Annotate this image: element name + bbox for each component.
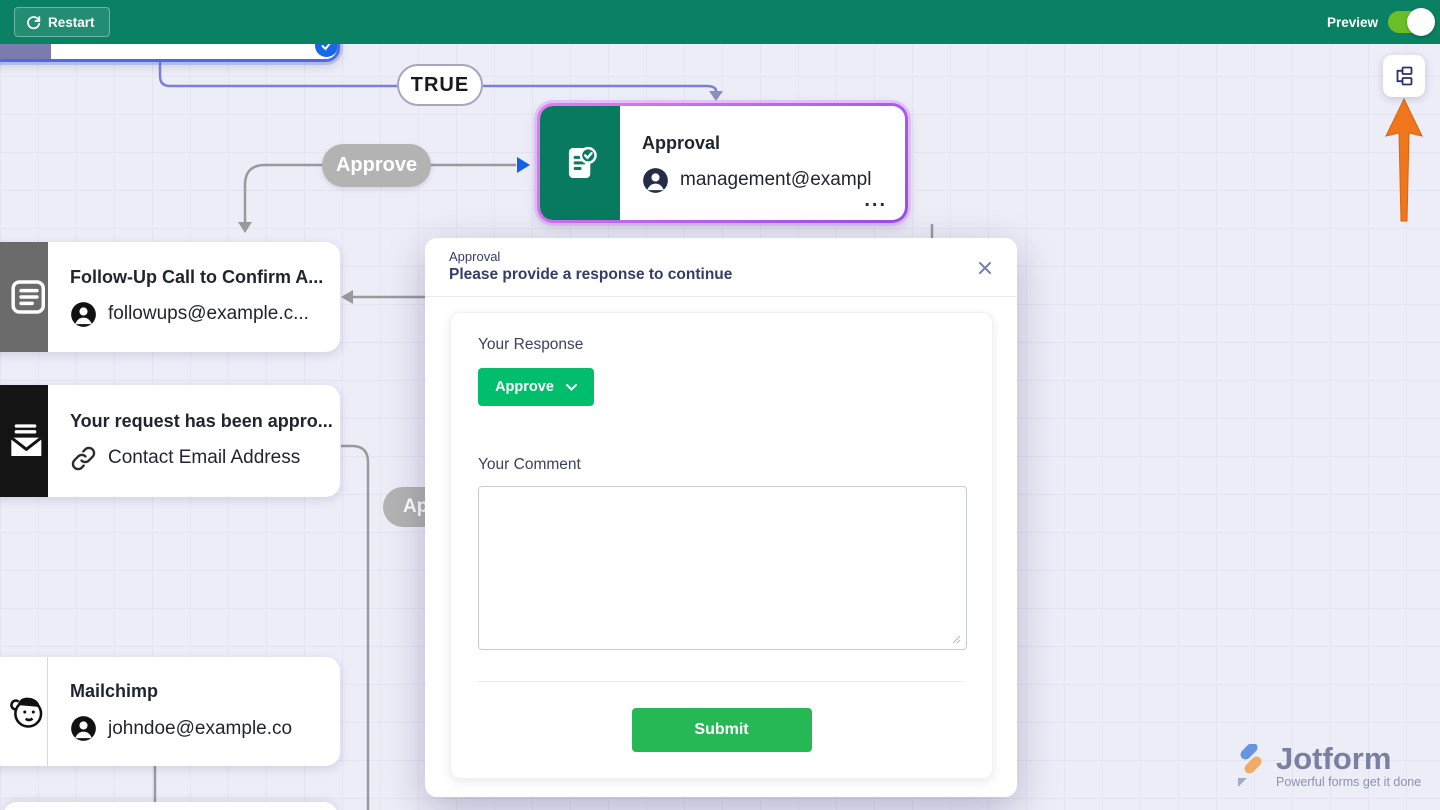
node-title: Follow-Up Call to Confirm A...: [70, 267, 340, 288]
refresh-icon: [26, 15, 41, 30]
assignee-avatar-icon: [70, 301, 97, 328]
resize-handle[interactable]: [951, 634, 961, 644]
task-checklist-icon: [10, 277, 48, 317]
comment-textarea[interactable]: [478, 486, 967, 650]
approval-response-modal: Approval Please provide a response to co…: [425, 238, 1017, 797]
node-partial-bottom[interactable]: [3, 802, 338, 810]
approval-node-strip: [540, 106, 620, 220]
close-icon: [978, 261, 992, 275]
response-dropdown[interactable]: Approve: [478, 368, 594, 406]
modal-header: Approval Please provide a response to co…: [425, 238, 1017, 297]
annotation-arrow-up: [1378, 94, 1430, 226]
link-field-label: Contact Email Address: [108, 447, 300, 469]
chevron-down-icon: [566, 384, 577, 391]
jotform-tagline: Powerful forms get it done: [1276, 775, 1421, 789]
response-form-card: Your Response Approve Your Comment Submi…: [450, 312, 993, 779]
node-title: Mailchimp: [70, 681, 340, 702]
link-icon: [70, 445, 97, 472]
assignee-email: johndoe@example.co: [108, 718, 292, 740]
response-field-label: Your Response: [478, 336, 965, 354]
submit-button[interactable]: Submit: [632, 708, 812, 752]
restart-button[interactable]: Restart: [14, 7, 110, 37]
assignee-email: followups@example.c...: [108, 303, 309, 325]
toggle-knob: [1407, 8, 1435, 36]
node-approval[interactable]: Approval management@exampl ...: [537, 103, 908, 223]
node-mailchimp[interactable]: Mailchimp johndoe@example.co: [0, 657, 340, 766]
jotform-logo-icon: [1232, 744, 1270, 788]
flowchart-panel-button[interactable]: [1383, 55, 1425, 97]
jotform-brand-text: Jotform: [1276, 744, 1421, 774]
modal-subtitle: Please provide a response to continue: [449, 266, 993, 284]
form-divider: [478, 681, 965, 682]
jotform-watermark: Jotform Powerful forms get it done: [1232, 744, 1421, 789]
approval-document-icon: [561, 144, 599, 182]
mailchimp-node-strip: [0, 657, 48, 766]
assignee-email: management@exampl: [680, 169, 871, 191]
preview-top-bar: Restart Preview: [0, 0, 1440, 44]
flowchart-icon: [1393, 65, 1415, 87]
response-dropdown-value: Approve: [495, 379, 554, 395]
node-more-options[interactable]: ...: [864, 189, 887, 212]
email-envelope-icon: [8, 420, 48, 462]
mailchimp-logo-icon: [6, 690, 47, 734]
node-approval-email[interactable]: Your request has been appro... Contact E…: [0, 385, 340, 497]
assignee-avatar-icon: [642, 167, 669, 194]
modal-title: Approval: [449, 249, 993, 264]
node-followup-task[interactable]: Follow-Up Call to Confirm A... followups…: [0, 242, 340, 352]
preview-toggle[interactable]: [1388, 11, 1430, 33]
restart-button-label: Restart: [48, 15, 95, 30]
task-node-strip: [0, 242, 48, 352]
outcome-label-approve: Approve: [322, 144, 431, 187]
preview-label: Preview: [1327, 15, 1378, 30]
close-button[interactable]: [975, 258, 995, 278]
workflow-canvas: TRUE Approve Approve Approval: [0, 0, 1440, 810]
email-node-strip: [0, 385, 48, 497]
node-title: Approval: [642, 133, 905, 154]
assignee-avatar-icon: [70, 715, 97, 742]
comment-field-label: Your Comment: [478, 456, 965, 474]
branch-label-true: TRUE: [397, 64, 483, 106]
node-title: Your request has been appro...: [70, 411, 340, 432]
